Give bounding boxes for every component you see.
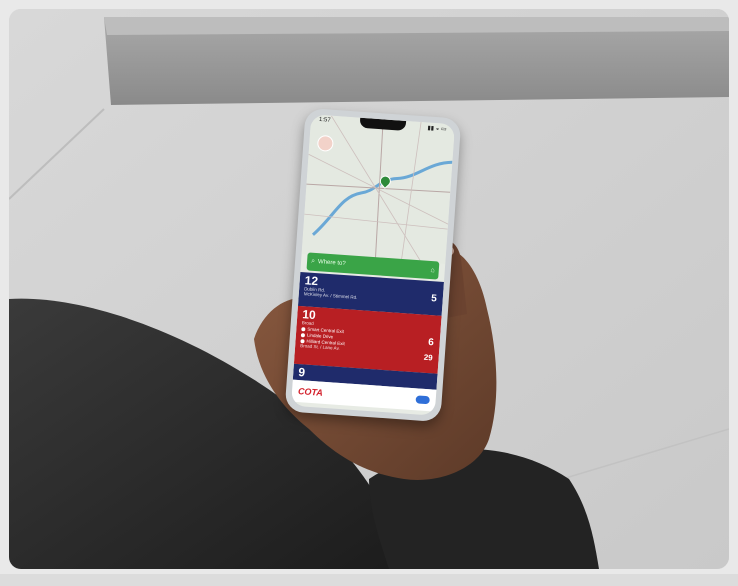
route-eta-secondary: 29: [423, 352, 433, 363]
route-eta: 5: [430, 293, 438, 305]
home-icon[interactable]: ⌂: [430, 267, 435, 274]
route-eta: 6: [427, 337, 435, 349]
status-time: 1:57: [318, 116, 331, 124]
cota-logo: COTA: [297, 386, 324, 398]
stop-dot-icon: [300, 332, 306, 337]
stop-dot-icon: [301, 326, 306, 331]
bottom-bar: [0, 574, 738, 586]
search-icon: ⌕: [310, 257, 316, 265]
phone-screen: 1:57 ▮▮ ◒ ▭ ⌕ Where to? ⌂ 12 Dublin Rd. …: [290, 114, 456, 416]
photo-frame: 1:57 ▮▮ ◒ ▭ ⌕ Where to? ⌂ 12 Dublin Rd. …: [9, 9, 729, 569]
search-placeholder: Where to?: [317, 259, 346, 268]
status-icons: ▮▮ ◒ ▭: [427, 125, 447, 133]
toggle-button[interactable]: [415, 395, 430, 405]
phone: 1:57 ▮▮ ◒ ▭ ⌕ Where to? ⌂ 12 Dublin Rd. …: [284, 107, 462, 423]
route-card-10[interactable]: 10 Broad Smart Central Exit Lindale Driv…: [293, 305, 442, 374]
